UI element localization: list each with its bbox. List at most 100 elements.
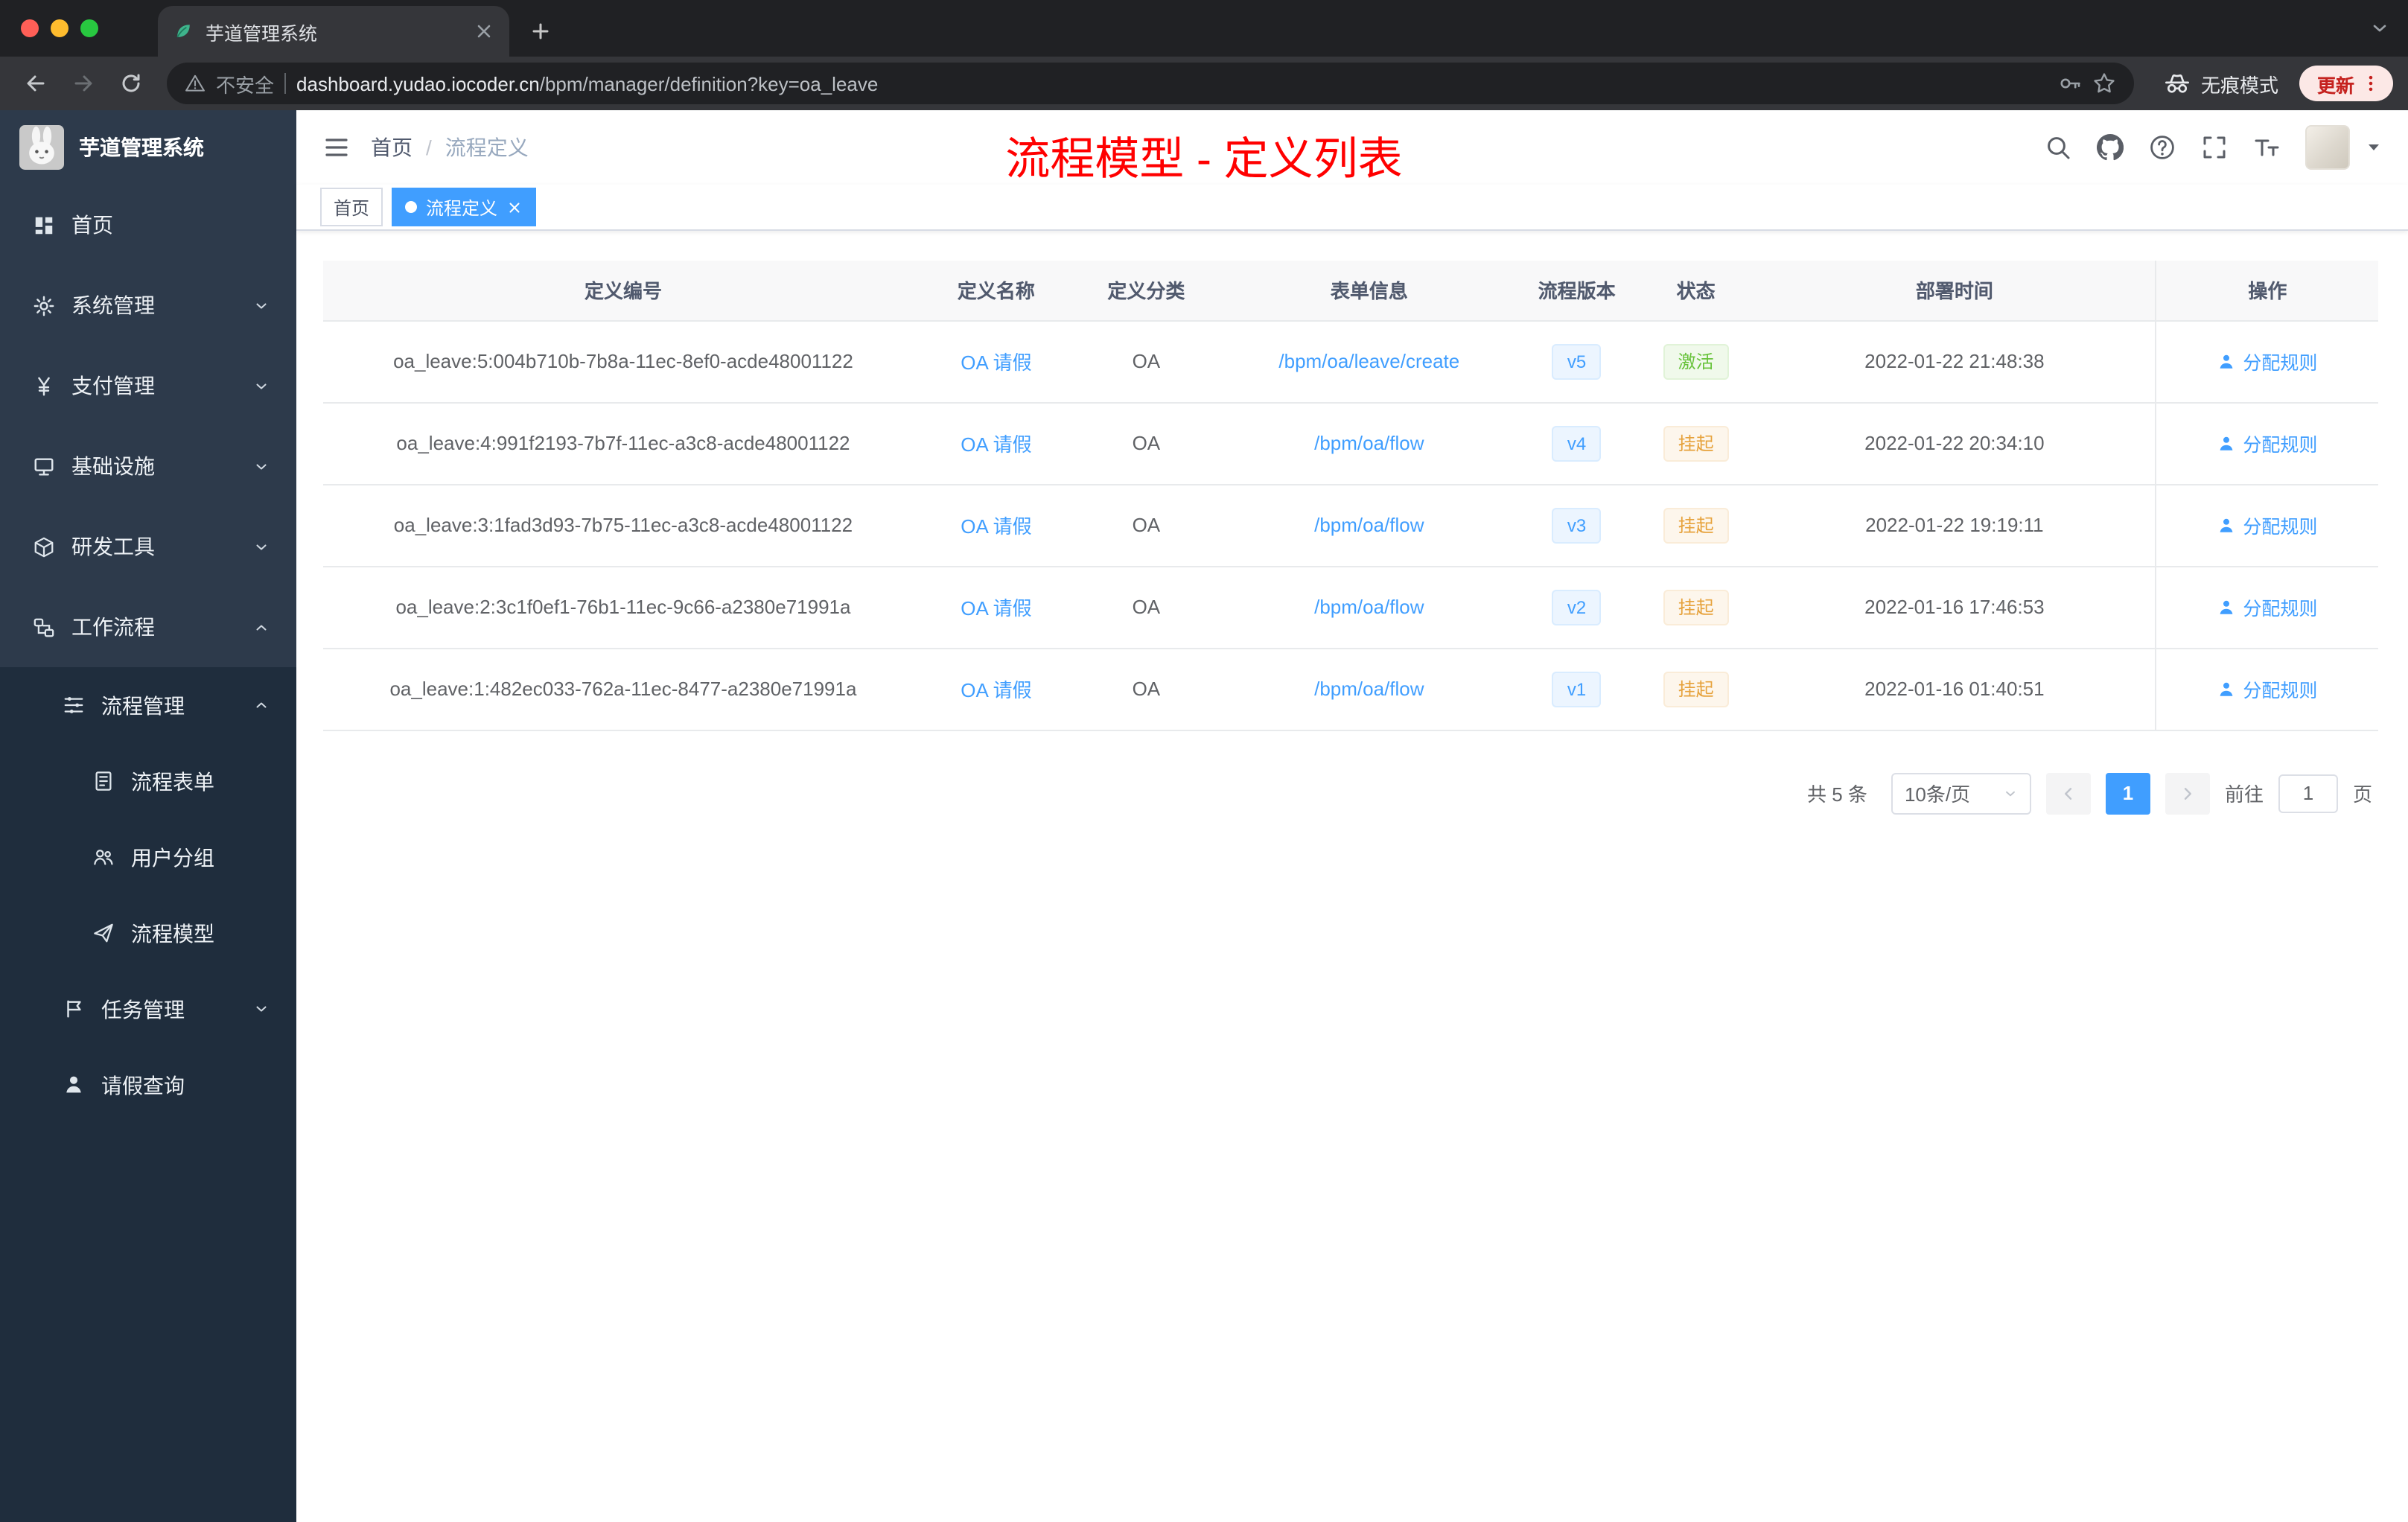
table-row: oa_leave:1:482ec033-762a-11ec-8477-a2380… [323, 648, 2378, 730]
page-size-select[interactable]: 10条/页 [1891, 772, 2031, 814]
zoom-window-button[interactable] [80, 19, 98, 37]
person-icon [63, 1074, 85, 1096]
font-size-icon[interactable] [2253, 134, 2280, 161]
definition-category: OA [1068, 484, 1223, 567]
definition-name-link[interactable]: OA 请假 [961, 351, 1031, 374]
prev-page-button[interactable] [2045, 772, 2091, 814]
user-small-icon [2217, 352, 2235, 370]
sidebar-item-process-manage[interactable]: 流程管理 [0, 667, 296, 743]
infra-icon [33, 455, 55, 477]
table-header-row: 定义编号 定义名称 定义分类 表单信息 流程版本 状态 部署时间 操作 [323, 261, 2378, 321]
sidebar-item-devtools[interactable]: 研发工具 [0, 506, 296, 587]
definition-name-link[interactable]: OA 请假 [961, 515, 1031, 538]
form-info-link[interactable]: /bpm/oa/flow [1314, 678, 1424, 700]
fullscreen-icon[interactable] [2201, 134, 2228, 161]
sidebar-item-label: 用户分组 [131, 845, 214, 869]
form-info-link[interactable]: /bpm/oa/flow [1314, 432, 1424, 454]
new-tab-button[interactable] [521, 12, 560, 51]
sidebar-item-user-group[interactable]: 用户分组 [0, 819, 296, 895]
browser-tab[interactable]: 芋道管理系统 [158, 6, 509, 57]
sidebar-item-leave-query[interactable]: 请假查询 [0, 1047, 296, 1123]
avatar-caret-down-icon[interactable] [2366, 140, 2381, 155]
assign-rule-link[interactable]: 分配规则 [2217, 675, 2317, 703]
github-icon[interactable] [2097, 134, 2124, 161]
sidebar-item-label: 首页 [71, 213, 113, 237]
status-tag: 挂起 [1663, 671, 1729, 707]
definition-id: oa_leave:2:3c1f0ef1-76b1-11ec-9c66-a2380… [323, 566, 923, 649]
dashboard-icon [33, 214, 55, 236]
url-path: /bpm/manager/definition?key=oa_leave [539, 72, 879, 95]
tools-icon [33, 535, 55, 558]
deploy-time: 2022-01-22 21:48:38 [1753, 320, 2156, 403]
reload-button[interactable] [110, 63, 152, 104]
form-info-link[interactable]: /bpm/oa/flow [1314, 514, 1424, 536]
version-tag: v2 [1552, 589, 1602, 625]
form-info-link[interactable]: /bpm/oa/flow [1314, 596, 1424, 618]
definition-name-link[interactable]: OA 请假 [961, 597, 1031, 620]
page-unit-label: 页 [2352, 783, 2372, 806]
sidebar-item-system[interactable]: 系统管理 [0, 265, 296, 346]
bookmark-star-icon[interactable] [2092, 71, 2116, 95]
status-tag: 挂起 [1663, 425, 1729, 461]
definition-id: oa_leave:1:482ec033-762a-11ec-8477-a2380… [323, 648, 923, 730]
definition-name-link[interactable]: OA 请假 [961, 433, 1031, 456]
assign-rule-link[interactable]: 分配规则 [2217, 347, 2317, 375]
sidebar-menu: 首页系统管理 支付管理基础设施研发工具 工作流程 流程管理流程表单用户分组流程模型任务… [0, 185, 296, 1522]
sidebar-item-infra[interactable]: 基础设施 [0, 426, 296, 506]
definition-name-link[interactable]: OA 请假 [961, 679, 1031, 701]
tag-close-icon[interactable] [506, 199, 523, 215]
close-window-button[interactable] [21, 19, 39, 37]
sidebar-fold-icon[interactable] [323, 134, 350, 161]
table-body: oa_leave:5:004b710b-7b8a-11ec-8ef0-acde4… [323, 320, 2378, 730]
definition-id: oa_leave:3:1fad3d93-7b75-11ec-a3c8-acde4… [323, 484, 923, 567]
sidebar-item-process-form[interactable]: 流程表单 [0, 743, 296, 819]
chevron-down-icon [253, 378, 270, 394]
definition-category: OA [1068, 648, 1223, 730]
assign-rule-link[interactable]: 分配规则 [2217, 511, 2317, 539]
update-label: 更新 [2316, 75, 2354, 96]
content-area: 定义编号 定义名称 定义分类 表单信息 流程版本 状态 部署时间 操作 oa_leave:5:… [296, 231, 2408, 1522]
help-icon[interactable] [2149, 134, 2176, 161]
next-page-button[interactable] [2165, 772, 2210, 814]
minimize-window-button[interactable] [51, 19, 69, 37]
sidebar-item-label: 基础设施 [71, 454, 155, 478]
sidebar-item-workflow[interactable]: 工作流程 [0, 587, 296, 667]
tab-search-chevron-icon[interactable] [2369, 18, 2390, 39]
sidebar-item-process-model[interactable]: 流程模型 [0, 895, 296, 971]
back-button[interactable] [15, 63, 57, 104]
sidebar-item-task-manage[interactable]: 任务管理 [0, 971, 296, 1047]
sidebar-item-label: 任务管理 [101, 997, 185, 1021]
incognito-label: 无痕模式 [2200, 74, 2278, 96]
user-small-icon [2217, 680, 2235, 698]
search-icon[interactable] [2045, 134, 2071, 161]
column-header: 表单信息 [1223, 261, 1515, 321]
update-button[interactable]: 更新 [2299, 66, 2393, 101]
tag-view-item[interactable]: 流程定义 [392, 188, 537, 226]
task-icon [63, 998, 85, 1020]
sidebar-item-label: 流程表单 [131, 769, 214, 793]
breadcrumb-home[interactable]: 首页 [371, 133, 413, 162]
browser-menu-dots-icon[interactable] [2360, 73, 2381, 94]
form-info-link[interactable]: /bpm/oa/leave/create [1278, 350, 1459, 372]
forward-button[interactable] [63, 63, 104, 104]
current-page-button[interactable]: 1 [2105, 772, 2150, 814]
user-avatar[interactable] [2305, 125, 2350, 170]
chevron-down-icon [2003, 786, 2018, 800]
window-controls [12, 0, 116, 57]
tab-close-icon[interactable] [474, 21, 494, 42]
tag-view-item[interactable]: 首页 [320, 188, 383, 226]
sidebar-item-payment[interactable]: 支付管理 [0, 346, 296, 426]
assign-rule-link[interactable]: 分配规则 [2217, 593, 2317, 621]
sidebar-item-home[interactable]: 首页 [0, 185, 296, 265]
column-header: 状态 [1638, 261, 1754, 321]
goto-page-input[interactable] [2278, 774, 2338, 812]
chevron-down-icon [253, 538, 270, 555]
active-tag-dot [405, 201, 418, 213]
browser-toolbar: 不安全 dashboard.yudao.iocoder.cn/bpm/manag… [0, 57, 2408, 110]
chevron-up-icon [253, 619, 270, 635]
definition-table: 定义编号 定义名称 定义分类 表单信息 流程版本 状态 部署时间 操作 oa_leave:5:… [323, 261, 2378, 730]
address-bar[interactable]: 不安全 dashboard.yudao.iocoder.cn/bpm/manag… [167, 63, 2134, 104]
key-icon[interactable] [2058, 71, 2082, 95]
assign-rule-link[interactable]: 分配规则 [2217, 429, 2317, 457]
total-count-label: 共 5 条 [1807, 783, 1867, 806]
